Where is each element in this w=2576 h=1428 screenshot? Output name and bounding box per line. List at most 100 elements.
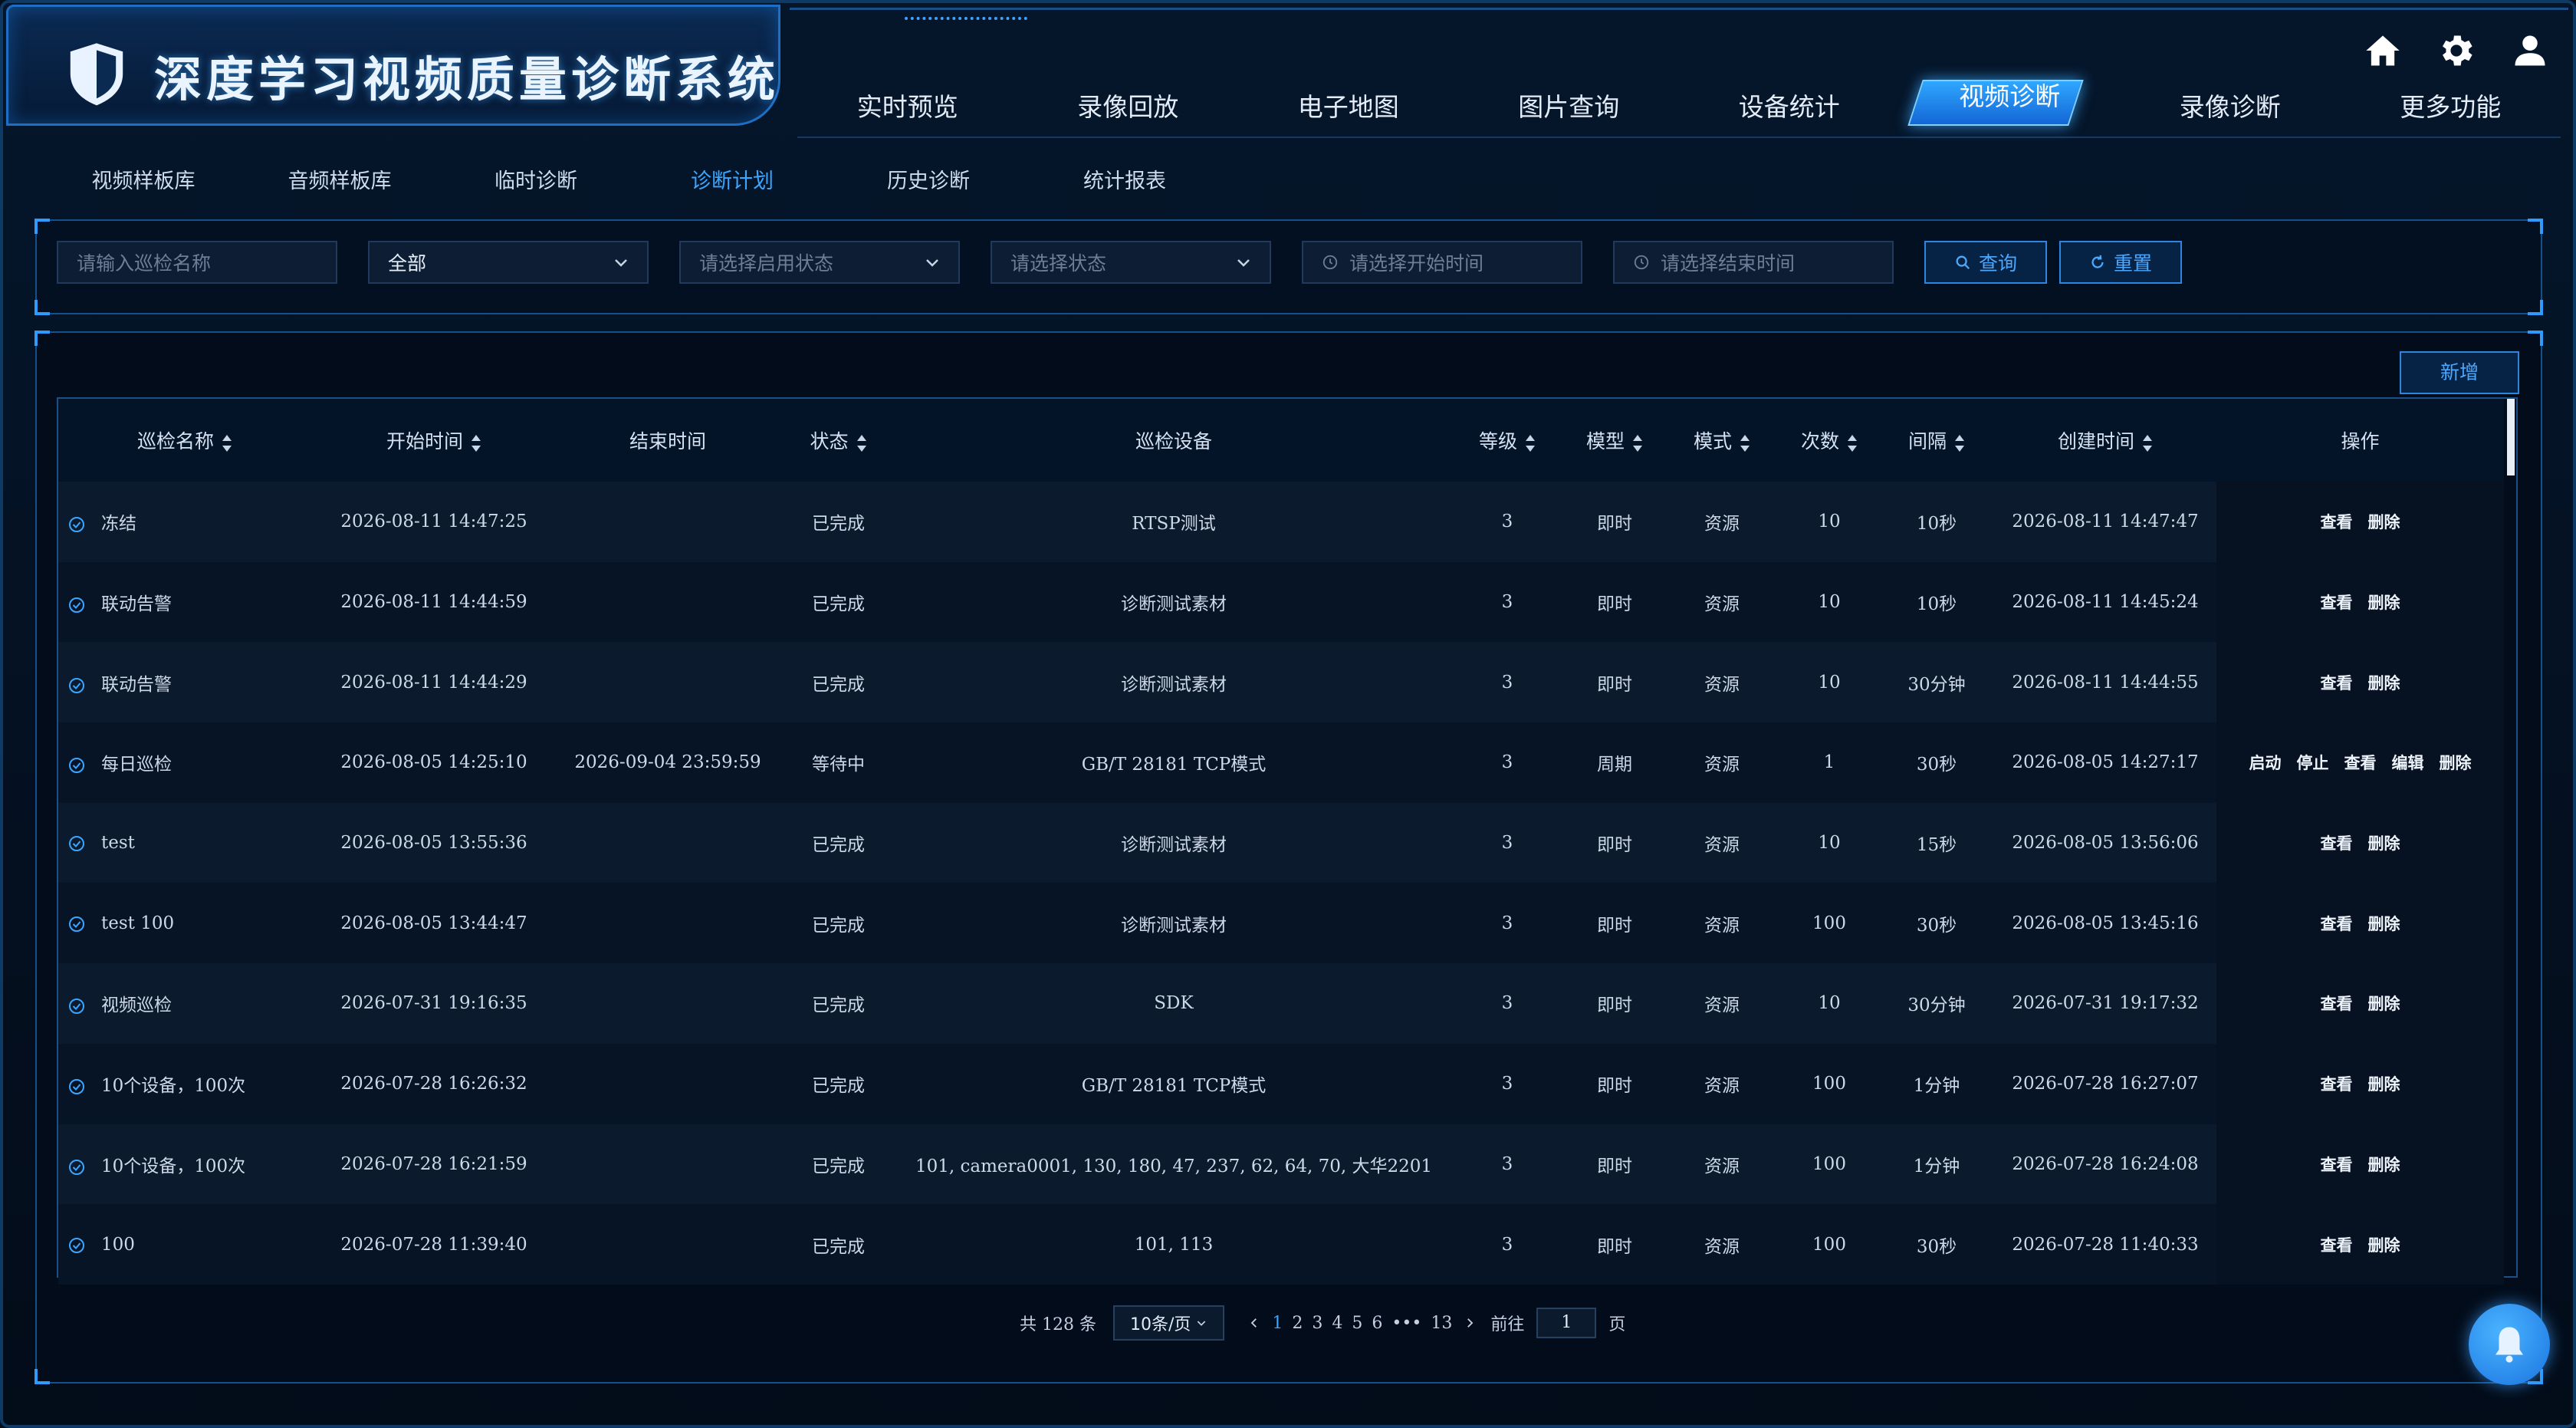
check-circle-icon[interactable] [67,756,86,775]
page-size-select[interactable]: 10条/页 [1112,1305,1225,1341]
table-row[interactable]: 联动告警 2026-08-11 14:44:29 已完成 诊断测试素材 3 即时 资源 10 3… [58,642,2504,723]
patrol-name-input[interactable]: 请输入巡检名称 [57,241,337,284]
col-header-interval[interactable]: 间隔 [1879,399,1994,482]
enable-status-select[interactable]: 请选择启用状态 [679,241,960,284]
op-view-link[interactable]: 查看 [2321,1074,2353,1094]
op-delete-link[interactable]: 删除 [2368,1155,2400,1174]
nav-item-live-preview[interactable]: 实时预览 [797,77,1018,138]
page-4[interactable]: 4 [1332,1314,1342,1333]
op-delete-link[interactable]: 删除 [2368,673,2400,693]
tab-video-samples[interactable]: 视频样板库 [44,158,242,206]
check-circle-icon[interactable] [67,1158,86,1176]
col-header-name[interactable]: 巡检名称 [58,399,311,482]
cell-start: 2026-07-28 16:26:32 [340,1074,527,1094]
tab-history-diagnosis[interactable]: 历史诊断 [830,158,1027,206]
notification-button[interactable] [2469,1304,2550,1385]
page-2[interactable]: 2 [1292,1314,1303,1333]
nav-item-recording-diagnosis[interactable]: 录像诊断 [2120,77,2341,138]
next-page-icon[interactable] [1463,1316,1477,1330]
table-row[interactable]: test 100 2026-08-05 13:44:47 已完成 诊断测试素材 3 即时 资… [58,883,2504,964]
tab-stat-report[interactable]: 统计报表 [1026,158,1224,206]
op-view-link[interactable]: 查看 [2321,593,2353,612]
table-row[interactable]: 10个设备，100次 2026-07-28 16:26:32 已完成 GB/T 281… [58,1043,2504,1124]
nav-item-playback[interactable]: 录像回放 [1017,77,1238,138]
table-row[interactable]: 100 2026-07-28 11:39:40 已完成 101, 113 3 即时 资源 10… [58,1204,2504,1285]
op-view-link[interactable]: 查看 [2321,1155,2353,1174]
check-circle-icon[interactable] [67,834,86,853]
col-header-start[interactable]: 开始时间 [311,399,557,482]
cell-start: 2026-08-05 13:55:36 [340,833,527,854]
page-1[interactable]: 1 [1272,1314,1283,1333]
table-row[interactable]: 10个设备，100次 2026-07-28 16:21:59 已完成 101, cam… [58,1124,2504,1205]
col-header-mode[interactable]: 模式 [1664,399,1779,482]
op-delete-link[interactable]: 删除 [2368,593,2400,612]
prev-page-icon[interactable] [1247,1316,1261,1330]
home-icon[interactable] [2363,31,2403,71]
table-row[interactable]: 每日巡检 2026-08-05 14:25:10 2026-09-04 23:59:… [58,722,2504,803]
op-delete-link[interactable]: 删除 [2368,512,2400,531]
page-ellipsis[interactable]: ••• [1392,1314,1421,1333]
nav-item-video-diagnosis[interactable]: 视频诊断 [1899,77,2120,138]
col-header-model[interactable]: 模型 [1565,399,1664,482]
op-view-link[interactable]: 查看 [2321,512,2353,531]
op-view-link[interactable]: 查看 [2321,994,2353,1013]
op-stop-link[interactable]: 停止 [2297,753,2329,772]
op-edit-link[interactable]: 编辑 [2392,753,2424,772]
op-delete-link[interactable]: 删除 [2368,834,2400,853]
start-time-picker[interactable]: 请选择开始时间 [1302,241,1582,284]
check-circle-icon[interactable] [67,515,86,534]
op-view-link[interactable]: 查看 [2344,753,2377,772]
op-view-link[interactable]: 查看 [2321,673,2353,693]
category-select[interactable]: 全部 [368,241,649,284]
op-view-link[interactable]: 查看 [2321,914,2353,933]
tab-audio-samples[interactable]: 音频样板库 [241,158,439,206]
reset-button[interactable]: 重置 [2059,241,2182,284]
table-row[interactable]: 冻结 2026-08-11 14:47:25 已完成 RTSP测试 3 即时 资源 10 10秒… [58,482,2504,562]
query-button[interactable]: 查询 [1924,241,2047,284]
col-header-count[interactable]: 次数 [1779,399,1879,482]
sort-icon [1848,434,1857,452]
check-circle-icon[interactable] [67,596,86,614]
nav-item-more[interactable]: 更多功能 [2340,77,2561,138]
op-view-link[interactable]: 查看 [2321,834,2353,853]
page-13[interactable]: 13 [1431,1314,1452,1333]
tab-diagnosis-plan[interactable]: 诊断计划 [633,158,831,206]
table-row[interactable]: test 2026-08-05 13:55:36 已完成 诊断测试素材 3 即时 资源 10 1… [58,802,2504,883]
status-select[interactable]: 请选择状态 [991,241,1271,284]
op-delete-link[interactable]: 删除 [2368,994,2400,1013]
table-row[interactable]: 联动告警 2026-08-11 14:44:59 已完成 诊断测试素材 3 即时 资源 10 1… [58,561,2504,643]
nav-item-device-stats[interactable]: 设备统计 [1679,77,1900,138]
add-plan-button[interactable]: 新增 [2400,351,2519,394]
check-circle-icon[interactable] [67,1236,86,1255]
header-decor-line [790,8,2568,18]
check-circle-icon[interactable] [67,1078,86,1096]
table-scrollbar[interactable] [2507,399,2515,475]
cell-device: 101, 113 [1134,1234,1214,1255]
op-delete-link[interactable]: 删除 [2368,914,2400,933]
goto-page-input[interactable]: 1 [1536,1308,1597,1338]
check-circle-icon[interactable] [67,676,86,695]
check-circle-icon[interactable] [67,915,86,933]
page-3[interactable]: 3 [1312,1314,1322,1333]
col-header-status[interactable]: 状态 [779,399,898,482]
op-delete-link[interactable]: 删除 [2368,1074,2400,1094]
user-icon[interactable] [2510,31,2550,71]
table-row[interactable]: 视频巡检 2026-07-31 19:16:35 已完成 SDK 3 即时 资源 10 30分钟… [58,963,2504,1044]
end-time-picker[interactable]: 请选择结束时间 [1613,241,1894,284]
cell-model: 即时 [1597,674,1632,695]
op-delete-link[interactable]: 删除 [2440,753,2472,772]
tab-temp-diagnosis[interactable]: 临时诊断 [437,158,635,206]
gear-icon[interactable] [2436,31,2476,71]
col-header-created[interactable]: 创建时间 [1994,399,2216,482]
cell-created: 2026-08-11 14:44:55 [2012,672,2199,693]
nav-item-image-query[interactable]: 图片查询 [1458,77,1679,138]
op-view-link[interactable]: 查看 [2321,1236,2353,1255]
nav-item-e-map[interactable]: 电子地图 [1238,77,1459,138]
cell-device: 101, camera0001, 130, 180, 47, 237, 62, … [915,1156,1433,1176]
op-start-link[interactable]: 启动 [2249,753,2282,772]
page-5[interactable]: 5 [1352,1314,1362,1333]
page-6[interactable]: 6 [1372,1314,1382,1333]
check-circle-icon[interactable] [67,997,86,1015]
col-header-level[interactable]: 等级 [1450,399,1565,482]
op-delete-link[interactable]: 删除 [2368,1236,2400,1255]
